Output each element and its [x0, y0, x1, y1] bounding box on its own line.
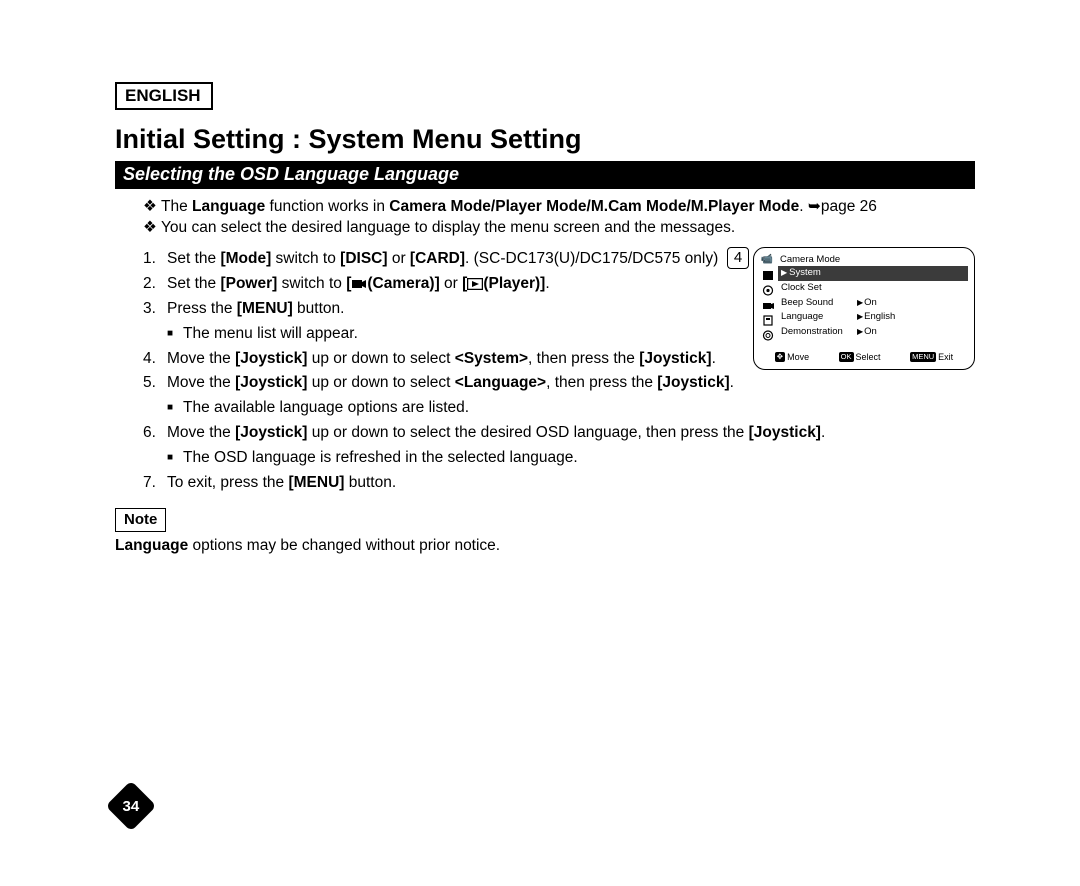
osd-menu-row: Language▶English	[778, 310, 968, 325]
camera-icon	[351, 278, 367, 290]
note-text: Language options may be changed without …	[115, 536, 975, 557]
page-title: Initial Setting : System Menu Setting	[115, 124, 975, 155]
menu-icon: MENU	[910, 352, 936, 362]
osd-footer: ✥Move OKSelect MENUExit	[760, 351, 968, 363]
osd-screen: 📹 Camera Mode ▶System Clock Set Beep Sou…	[753, 247, 975, 370]
step-5-sub: The available language options are liste…	[183, 398, 469, 419]
figure-number: 4	[727, 247, 749, 269]
diamond-bullet-icon: ❖	[143, 218, 161, 239]
note-label: Note	[115, 508, 166, 532]
intro-block: ❖ The Language function works in Camera …	[143, 197, 975, 239]
osd-menu-row: Demonstration▶On	[778, 325, 968, 340]
step-7: To exit, press the [MENU] button.	[167, 473, 975, 494]
menu-tab-icon	[762, 284, 775, 296]
square-bullet-icon: ■	[167, 324, 183, 345]
menu-tab-icon	[762, 329, 775, 341]
ok-icon: OK	[839, 352, 854, 362]
language-badge: ENGLISH	[115, 82, 213, 110]
osd-selected-item: ▶System	[778, 266, 968, 281]
menu-tab-icon	[762, 269, 775, 281]
square-bullet-icon: ■	[167, 448, 183, 469]
camcorder-icon: 📹	[761, 254, 774, 266]
diamond-bullet-icon: ❖	[143, 197, 161, 218]
step-3-sub: The menu list will appear.	[183, 324, 358, 345]
player-icon	[467, 278, 483, 290]
section-heading: Selecting the OSD Language Language	[115, 161, 975, 189]
step-6: Move the [Joystick] up or down to select…	[167, 423, 975, 444]
osd-mode-title: Camera Mode	[778, 254, 968, 266]
step-5: Move the [Joystick] up or down to select…	[167, 373, 975, 394]
dpad-icon: ✥	[775, 352, 785, 362]
page-number-badge: 34	[106, 781, 157, 832]
square-bullet-icon: ■	[167, 398, 183, 419]
osd-menu-row: Beep Sound▶On	[778, 296, 968, 311]
step-6-sub: The OSD language is refreshed in the sel…	[183, 448, 578, 469]
menu-tab-icon	[762, 299, 775, 311]
osd-menu-row: Clock Set	[778, 281, 968, 296]
intro-line-2: You can select the desired language to d…	[161, 218, 735, 239]
osd-figure: 4 📹 Camera Mode ▶System Clock Set	[727, 247, 975, 370]
menu-tab-icon	[762, 314, 775, 326]
intro-line-1: The Language function works in Camera Mo…	[161, 197, 877, 218]
